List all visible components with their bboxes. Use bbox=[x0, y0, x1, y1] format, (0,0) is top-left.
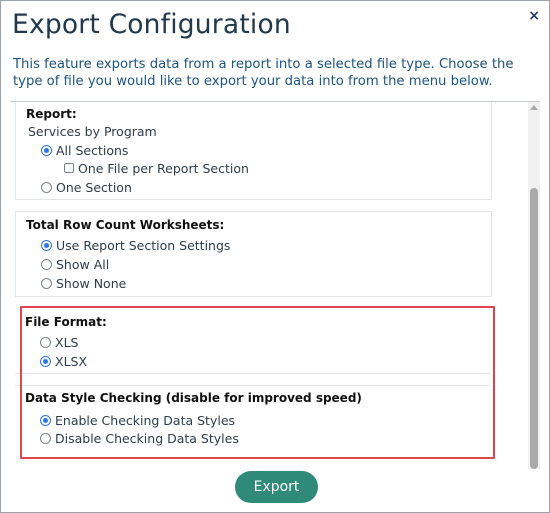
vertical-scrollbar[interactable] bbox=[528, 102, 540, 469]
options-scroll-area[interactable]: Report: Services by Program All Sections… bbox=[10, 101, 540, 469]
report-section: Report: Services by Program All Sections… bbox=[15, 102, 492, 200]
option-label: All Sections bbox=[56, 142, 129, 158]
report-heading: Report: bbox=[26, 107, 77, 121]
radio-one-section[interactable]: One Section bbox=[41, 179, 132, 195]
scrollbar-thumb[interactable] bbox=[530, 188, 538, 469]
export-button[interactable]: Export bbox=[235, 471, 318, 503]
highlight-annotation bbox=[20, 306, 495, 459]
checkbox-one-file-per-section[interactable]: One File per Report Section bbox=[64, 160, 249, 176]
close-icon[interactable]: × bbox=[528, 8, 540, 24]
radio-show-all[interactable]: Show All bbox=[41, 256, 109, 272]
radio-on-icon bbox=[41, 144, 52, 156]
radio-show-none[interactable]: Show None bbox=[41, 275, 126, 291]
option-label: Show None bbox=[56, 275, 127, 291]
radio-off-icon bbox=[41, 181, 52, 193]
checkbox-icon bbox=[64, 163, 74, 173]
export-dialog: Export Configuration × This feature expo… bbox=[0, 0, 550, 513]
row-count-section: Total Row Count Worksheets: Use Report S… bbox=[15, 211, 492, 297]
dialog-description: This feature exports data from a report … bbox=[13, 57, 514, 89]
radio-off-icon bbox=[41, 258, 52, 270]
option-label: One Section bbox=[56, 179, 132, 195]
scroll-up-icon[interactable] bbox=[530, 105, 538, 110]
option-label: Use Report Section Settings bbox=[56, 237, 231, 253]
report-name: Services by Program bbox=[28, 124, 157, 139]
option-label: One File per Report Section bbox=[78, 160, 249, 176]
dialog-title: Export Configuration bbox=[12, 9, 291, 40]
row-count-heading: Total Row Count Worksheets: bbox=[26, 218, 225, 232]
radio-off-icon bbox=[41, 277, 52, 289]
option-label: Show All bbox=[56, 256, 110, 272]
radio-use-report-section-settings[interactable]: Use Report Section Settings bbox=[41, 237, 230, 253]
radio-all-sections[interactable]: All Sections bbox=[41, 142, 128, 158]
radio-on-icon bbox=[41, 239, 52, 251]
